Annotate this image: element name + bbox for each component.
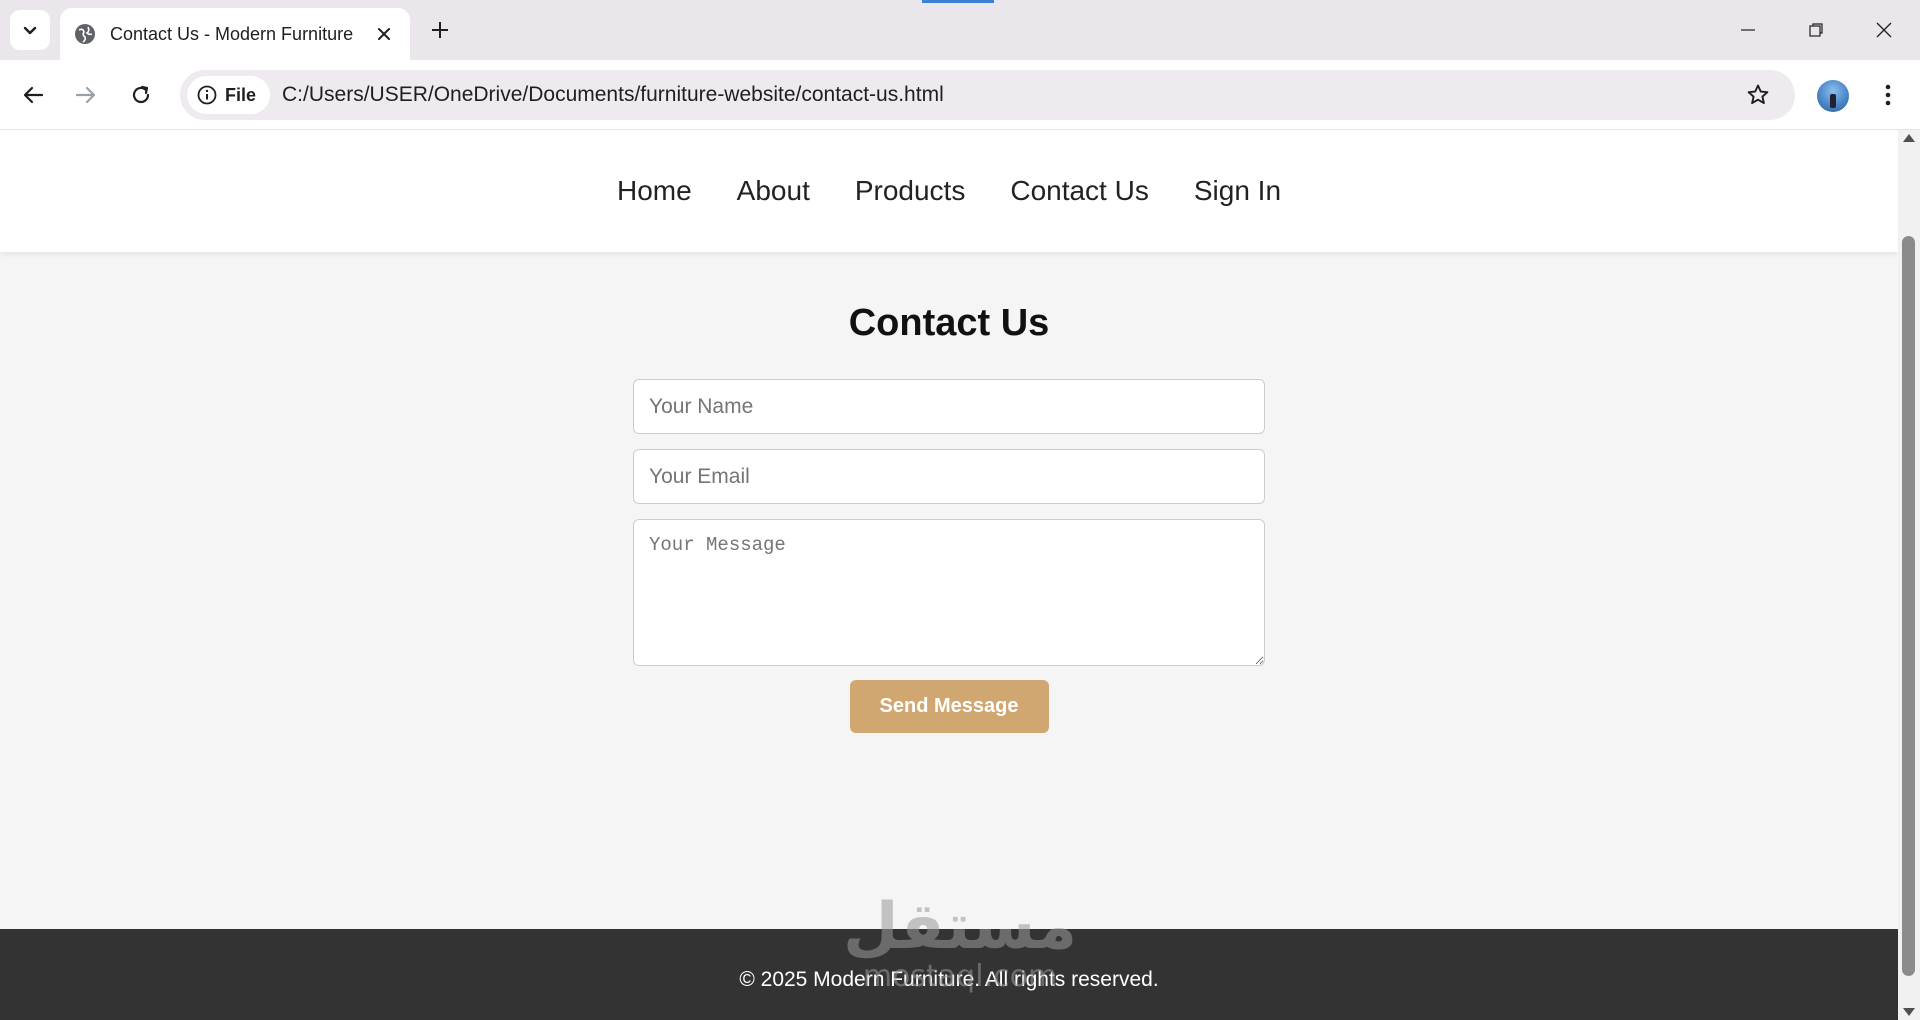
- arrow-right-icon: [75, 86, 96, 104]
- nav-about[interactable]: About: [737, 175, 810, 207]
- main-nav: Home About Products Contact Us Sign In: [0, 130, 1898, 252]
- address-bar[interactable]: File C:/Users/USER/OneDrive/Documents/fu…: [180, 70, 1795, 120]
- profile-avatar[interactable]: [1817, 80, 1849, 112]
- contact-form: Send Message: [633, 379, 1265, 733]
- browser-toolbar: File C:/Users/USER/OneDrive/Documents/fu…: [0, 60, 1920, 130]
- close-window-button[interactable]: [1864, 12, 1904, 48]
- close-tab-icon[interactable]: [372, 22, 396, 46]
- restore-button[interactable]: [1796, 12, 1836, 48]
- info-icon: [197, 85, 217, 105]
- site-footer: © 2025 Modern Furniture. All rights rese…: [0, 929, 1898, 1020]
- minimize-icon: [1741, 29, 1755, 31]
- tab-search-button[interactable]: [10, 10, 50, 50]
- more-vertical-icon: [1885, 84, 1891, 106]
- restore-icon: [1809, 23, 1823, 37]
- close-icon: [1876, 22, 1892, 38]
- star-icon: [1747, 84, 1769, 105]
- arrow-left-icon: [23, 86, 44, 104]
- copyright-text: © 2025 Modern Furniture. All rights rese…: [739, 967, 1159, 991]
- bookmark-button[interactable]: [1741, 78, 1775, 112]
- tab-strip-indicator: [922, 0, 994, 3]
- scrollbar-thumb[interactable]: [1902, 236, 1915, 976]
- globe-icon: [74, 23, 96, 45]
- site-header: Home About Products Contact Us Sign In: [0, 130, 1898, 252]
- page-scrollbar[interactable]: [1898, 130, 1920, 1020]
- tab-title: Contact Us - Modern Furniture: [110, 23, 354, 44]
- site-chip-label: File: [225, 84, 257, 105]
- reload-button[interactable]: [121, 75, 161, 115]
- active-tab[interactable]: Contact Us - Modern Furniture: [60, 8, 410, 60]
- page-viewport: Home About Products Contact Us Sign In C…: [0, 130, 1898, 1020]
- scroll-down-arrow-icon[interactable]: [1903, 1008, 1915, 1016]
- chevron-down-icon: [23, 26, 37, 35]
- nav-contact-us[interactable]: Contact Us: [1010, 175, 1149, 207]
- browser-menu-button[interactable]: [1868, 75, 1908, 115]
- nav-products[interactable]: Products: [855, 175, 966, 207]
- email-input[interactable]: [633, 449, 1265, 504]
- browser-tab-bar: Contact Us - Modern Furniture: [0, 0, 1920, 60]
- scroll-up-arrow-icon[interactable]: [1903, 134, 1915, 142]
- nav-sign-in[interactable]: Sign In: [1194, 175, 1281, 207]
- page-title: Contact Us: [848, 302, 1050, 344]
- new-tab-button[interactable]: [424, 14, 456, 46]
- name-input[interactable]: [633, 379, 1265, 434]
- plus-icon: [432, 22, 448, 38]
- send-message-button[interactable]: Send Message: [849, 680, 1049, 733]
- site-info-chip[interactable]: File: [187, 76, 271, 114]
- minimize-button[interactable]: [1728, 12, 1768, 48]
- message-textarea[interactable]: [633, 519, 1265, 666]
- nav-home[interactable]: Home: [617, 175, 692, 207]
- forward-button[interactable]: [66, 75, 106, 115]
- reload-icon: [132, 85, 150, 104]
- url-text[interactable]: C:/Users/USER/OneDrive/Documents/furnitu…: [282, 83, 944, 107]
- back-button[interactable]: [13, 75, 53, 115]
